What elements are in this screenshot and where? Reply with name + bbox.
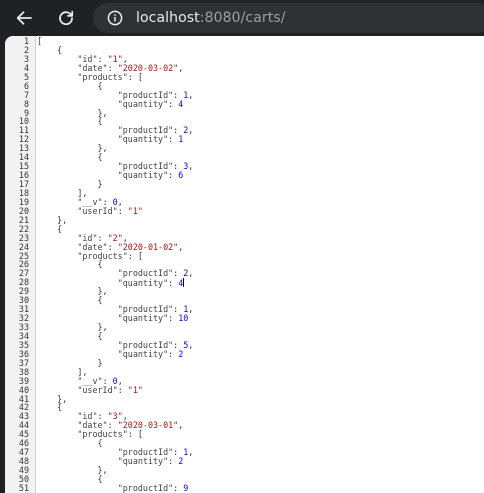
json-key: "quantity" [117,456,169,467]
json-punctuation: , [188,125,194,136]
json-code-view[interactable]: 1[2 {3 "id": "1", 4 "date": "2020-03-02",… [5,37,484,493]
json-punctuation: : [168,456,179,467]
line-content: "productId": 9 [37,482,189,493]
json-number: 6 [178,170,184,181]
line-content: "productId": 2, [37,268,194,279]
json-punctuation: : [173,482,184,493]
json-key: "quantity" [117,134,169,145]
json-punctuation: , [188,161,194,172]
json-punctuation: : [168,348,179,359]
code-line: 1[ [5,37,484,46]
json-punctuation: : [168,134,179,145]
json-punctuation: : [173,268,184,279]
json-number: 1 [178,134,184,145]
json-number: 9 [183,482,189,493]
json-key: "userId" [77,384,118,395]
url-text[interactable]: localhost:8080/carts/ [136,9,286,27]
page-viewport[interactable]: 1[2 {3 "id": "1", 4 "date": "2020-03-02",… [5,36,484,493]
json-punctuation: : [168,98,179,109]
json-punctuation: , [178,241,184,252]
json-string: "1" [127,205,143,216]
json-number: 4 [178,98,184,109]
json-key: "quantity" [117,170,169,181]
json-punctuation: , [188,89,194,100]
address-bar[interactable]: localhost:8080/carts/ [93,3,484,33]
json-key: "userId" [77,205,118,216]
json-punctuation: , [188,447,194,458]
json-punctuation: , [178,62,184,73]
code-line: 27 "productId": 2, [5,269,484,278]
reload-button[interactable] [53,5,79,31]
line-number: 51 [18,482,29,493]
browser-toolbar: localhost:8080/carts/ [0,0,484,35]
code-line: 51 "productId": 9 [5,482,484,493]
url-path: :8080/carts/ [199,10,286,26]
json-key: "quantity" [117,313,169,324]
info-circle-icon[interactable] [107,10,123,26]
browser-window: localhost:8080/carts/ 1[2 {3 "id": "1", 4… [0,0,484,493]
json-punctuation: , [178,420,184,431]
code-line: 41 }, [5,394,484,404]
json-punctuation: : [ [127,71,143,82]
json-punctuation: : [168,313,179,324]
code-line: 40 "userId": "1" [5,384,484,395]
json-punctuation [37,268,118,278]
json-key: "productId" [117,268,174,279]
code-line: 21 }, [5,215,484,225]
json-punctuation: : [ [127,429,143,440]
json-key: "productId" [117,482,174,493]
json-number: 10 [178,313,189,324]
json-key: "quantity" [117,98,169,109]
json-string: "1" [127,384,143,395]
json-punctuation: : [117,205,128,216]
json-punctuation: : [168,170,179,181]
text-caret [183,278,185,288]
back-button[interactable] [11,5,37,31]
json-punctuation: , [188,304,194,315]
json-punctuation: , [188,268,194,279]
reload-icon [59,10,74,26]
json-punctuation: : [ [127,250,143,261]
json-number: 2 [178,348,184,359]
json-punctuation: , [188,339,194,350]
code-line: 20 "userId": "1" [5,205,484,216]
json-punctuation [37,483,118,493]
json-punctuation: : [117,384,128,395]
json-number: 2 [178,456,184,467]
url-host: localhost [136,10,200,26]
arrow-left-icon [16,11,32,25]
json-key: "quantity" [117,348,169,359]
